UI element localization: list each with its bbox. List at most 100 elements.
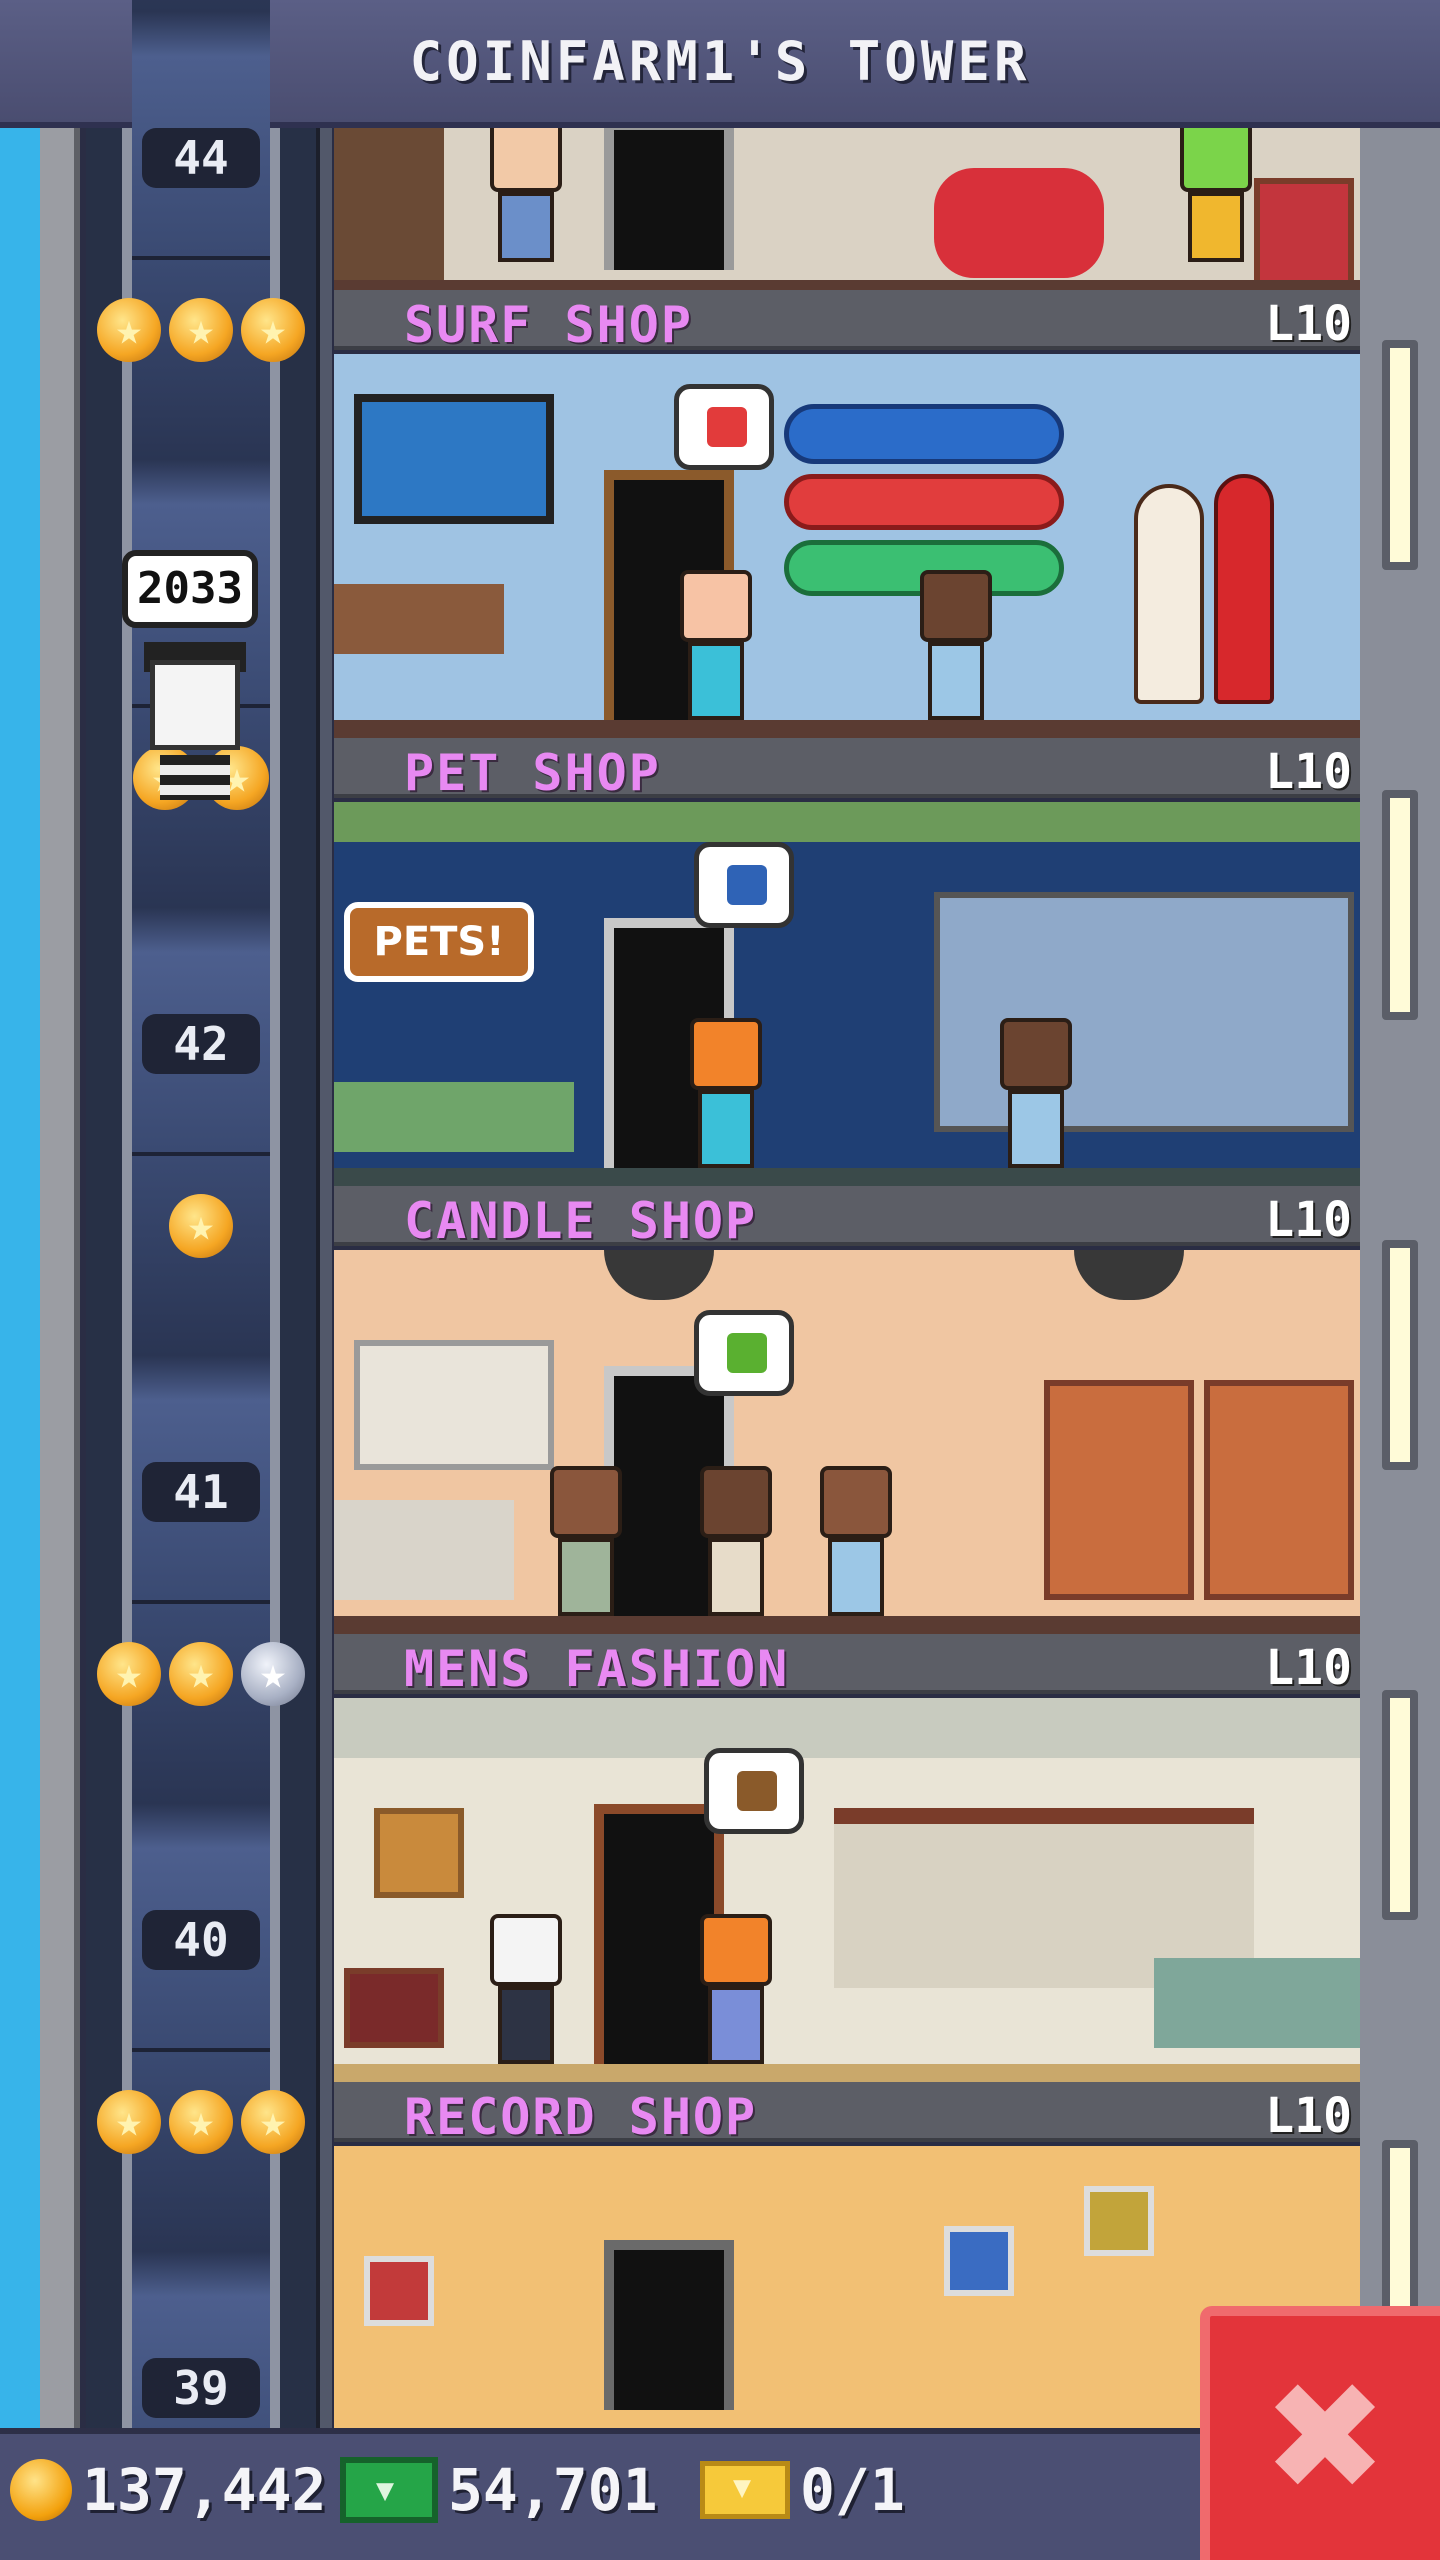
resident-head	[690, 1018, 762, 1090]
coins-counter[interactable]: 137,442	[10, 2456, 326, 2524]
floor-number-39: 39	[142, 2358, 260, 2418]
coins-value: 137,442	[82, 2456, 327, 2524]
resident[interactable]	[684, 1018, 768, 1168]
ceiling-lamp	[1074, 1250, 1184, 1300]
close-icon: ✖	[1262, 2351, 1388, 2525]
room-interior	[334, 1698, 1360, 2082]
thought-bubble[interactable]	[674, 384, 774, 470]
star-icon: ★	[97, 1642, 161, 1706]
floor-name: MENS FASHION	[404, 1640, 790, 1698]
candle-shelf	[1204, 1380, 1354, 1600]
pets-sign: PETS!	[344, 902, 534, 982]
tickets-counter[interactable]: 0/1	[700, 2456, 905, 2524]
shirt-frame	[374, 1808, 464, 1898]
floor-ground	[334, 720, 1360, 738]
tower-window	[1382, 1240, 1418, 1470]
room-interior	[334, 1250, 1360, 1634]
candle-shop-stars: ★	[86, 1194, 316, 1258]
resident[interactable]	[484, 128, 568, 270]
resident-head	[1000, 1018, 1072, 1090]
ceiling-trim	[334, 802, 1360, 842]
resident-head	[550, 1466, 622, 1538]
surfboard-standing	[1134, 484, 1204, 704]
elevator-car[interactable]: 2033	[110, 470, 280, 800]
thought-bubble[interactable]	[704, 1748, 804, 1834]
elevator-operator	[150, 660, 240, 750]
resident[interactable]	[694, 1466, 778, 1616]
thought-bubble[interactable]	[694, 1310, 794, 1396]
tower-window	[1382, 1690, 1418, 1920]
floor-pet-shop[interactable]: PET SHOP L10 PETS!	[334, 738, 1360, 1186]
floor-ground	[334, 1616, 1360, 1634]
floor-name: CANDLE SHOP	[404, 1192, 758, 1250]
resident[interactable]	[1174, 128, 1258, 270]
floor-level: L10	[1265, 744, 1352, 800]
shelf	[1254, 178, 1354, 288]
close-button[interactable]: ✖	[1200, 2306, 1440, 2560]
floor-level: L10	[1265, 1192, 1352, 1248]
star-icon: ★	[97, 298, 161, 362]
resident-body	[498, 192, 554, 262]
resident[interactable]	[914, 570, 998, 720]
candle-shelf	[1044, 1380, 1194, 1600]
resident-head	[680, 570, 752, 642]
counter	[334, 584, 504, 654]
floor-door	[604, 128, 734, 270]
counter	[334, 1082, 574, 1152]
resident-body	[558, 1538, 614, 1616]
display-cabinet	[344, 1968, 444, 2048]
resident-head	[490, 128, 562, 192]
resident[interactable]	[674, 570, 758, 720]
resident-body	[708, 1986, 764, 2064]
bux-counter[interactable]: 54,701	[340, 2456, 658, 2524]
wall-panel	[334, 128, 444, 288]
room-interior: PETS!	[334, 802, 1360, 1186]
ceiling	[334, 1698, 1360, 1758]
counter	[334, 1500, 514, 1600]
floor-number-41: 41	[142, 1462, 260, 1522]
star-icon: ★	[169, 1642, 233, 1706]
coin-icon	[10, 2459, 72, 2521]
tower-title: COINFARM1'S TOWER	[409, 29, 1031, 93]
resident[interactable]	[544, 1466, 628, 1616]
resident-body	[698, 1090, 754, 1168]
thought-bubble[interactable]	[694, 842, 794, 928]
resident-body	[1188, 192, 1244, 262]
room-interior	[334, 354, 1360, 738]
bux-value: 54,701	[448, 2456, 658, 2524]
floor-ground	[334, 2064, 1360, 2082]
star-icon: ★	[241, 2090, 305, 2154]
star-icon: ★	[97, 2090, 161, 2154]
surfboard-red	[784, 474, 1064, 530]
resident-head	[700, 1466, 772, 1538]
resident[interactable]	[694, 1914, 778, 2064]
tower-window	[1382, 790, 1418, 1020]
resident-head	[490, 1914, 562, 1986]
floor-44-room[interactable]	[334, 128, 1360, 298]
album-art	[944, 2226, 1014, 2296]
floor-name: PET SHOP	[404, 744, 661, 802]
surf-shop-stars: ★ ★ ★	[86, 298, 316, 362]
floor-number-40: 40	[142, 1910, 260, 1970]
resident-body	[828, 1538, 884, 1616]
album-art	[1084, 2186, 1154, 2256]
star-icon: ★	[241, 298, 305, 362]
resident-body	[708, 1538, 764, 1616]
floor-name: SURF SHOP	[404, 296, 693, 354]
resident-body	[1008, 1090, 1064, 1168]
resident[interactable]	[994, 1018, 1078, 1168]
floor-mens-fashion[interactable]: MENS FASHION L10	[334, 1634, 1360, 2082]
tickets-value: 0/1	[800, 2456, 905, 2524]
star-icon: ★	[169, 298, 233, 362]
resident[interactable]	[814, 1466, 898, 1616]
tower-outer-wall	[40, 128, 80, 2428]
bux-icon	[340, 2457, 438, 2523]
resident-body	[928, 642, 984, 720]
floor-level: L10	[1265, 296, 1352, 352]
resident-body	[498, 1986, 554, 2064]
silver-star-icon: ★	[241, 1642, 305, 1706]
floor-level: L10	[1265, 1640, 1352, 1696]
floor-number-44: 44	[142, 128, 260, 188]
floor-surf-shop[interactable]: SURF SHOP L10	[334, 290, 1360, 738]
floor-candle-shop[interactable]: CANDLE SHOP L10	[334, 1186, 1360, 1634]
